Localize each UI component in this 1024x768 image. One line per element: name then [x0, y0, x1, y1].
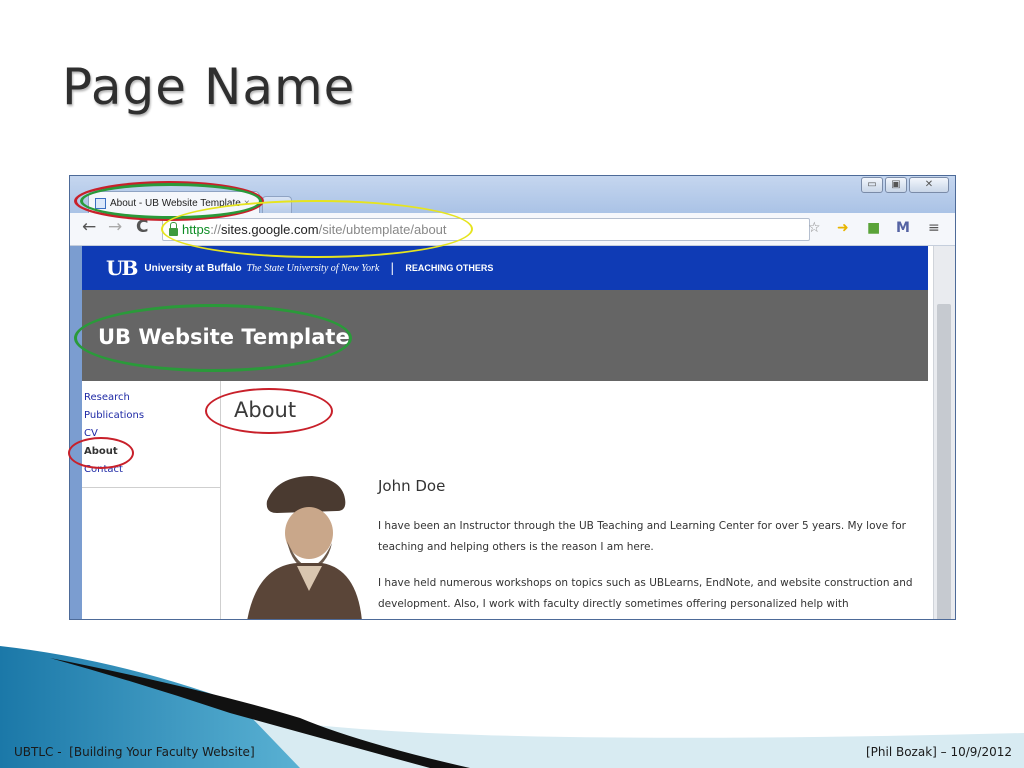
annotation-title-green: [74, 304, 352, 372]
page-scrollbar[interactable]: [933, 246, 955, 619]
person-name: John Doe: [378, 477, 446, 495]
minimize-button[interactable]: ▭: [861, 177, 883, 193]
slide-title: Page Name: [62, 58, 356, 116]
footer-right: [Phil Bozak] – 10/9/2012: [865, 745, 1012, 759]
ub-logo[interactable]: UB: [106, 256, 138, 280]
annotation-about-red: [68, 437, 134, 469]
gmail-icon[interactable]: M: [896, 220, 910, 236]
ub-tagline: REACHING OTHERS: [405, 263, 494, 273]
back-button[interactable]: ←: [82, 217, 96, 237]
nav-divider: [82, 487, 220, 488]
evernote-icon[interactable]: ■: [867, 220, 880, 236]
annotation-heading-red: [205, 388, 333, 434]
star-icon[interactable]: ☆: [808, 220, 821, 236]
menu-icon[interactable]: ≡: [928, 220, 940, 236]
bio-paragraph-2: I have held numerous workshops on topics…: [378, 577, 913, 610]
scroll-thumb[interactable]: [937, 304, 951, 619]
site-nav: Research Publications CV About Contact: [82, 381, 221, 619]
forward-button[interactable]: →: [108, 217, 122, 237]
nav-item-research[interactable]: Research: [82, 389, 220, 407]
ub-subtitle: The State University of New York: [246, 262, 380, 274]
ub-banner: UB University at Buffalo The State Unive…: [82, 246, 928, 290]
annotation-url-yellow: [161, 200, 473, 258]
nav-item-publications[interactable]: Publications: [82, 407, 220, 425]
portrait-face: [285, 507, 333, 559]
ub-divider: |: [390, 261, 395, 275]
bio-paragraph-1: I have been an Instructor through the UB…: [378, 520, 906, 553]
close-window-button[interactable]: ✕: [909, 177, 949, 193]
extension-icon[interactable]: ➜: [837, 220, 849, 236]
maximize-button[interactable]: ▣: [885, 177, 907, 193]
portrait-image: [247, 476, 362, 619]
page-viewport: UB University at Buffalo The State Unive…: [82, 246, 933, 619]
footer-left: UBTLC - [Building Your Faculty Website]: [14, 745, 255, 759]
ub-name[interactable]: University at Buffalo: [144, 263, 241, 274]
window-controls: ▭ ▣ ✕: [861, 177, 949, 193]
